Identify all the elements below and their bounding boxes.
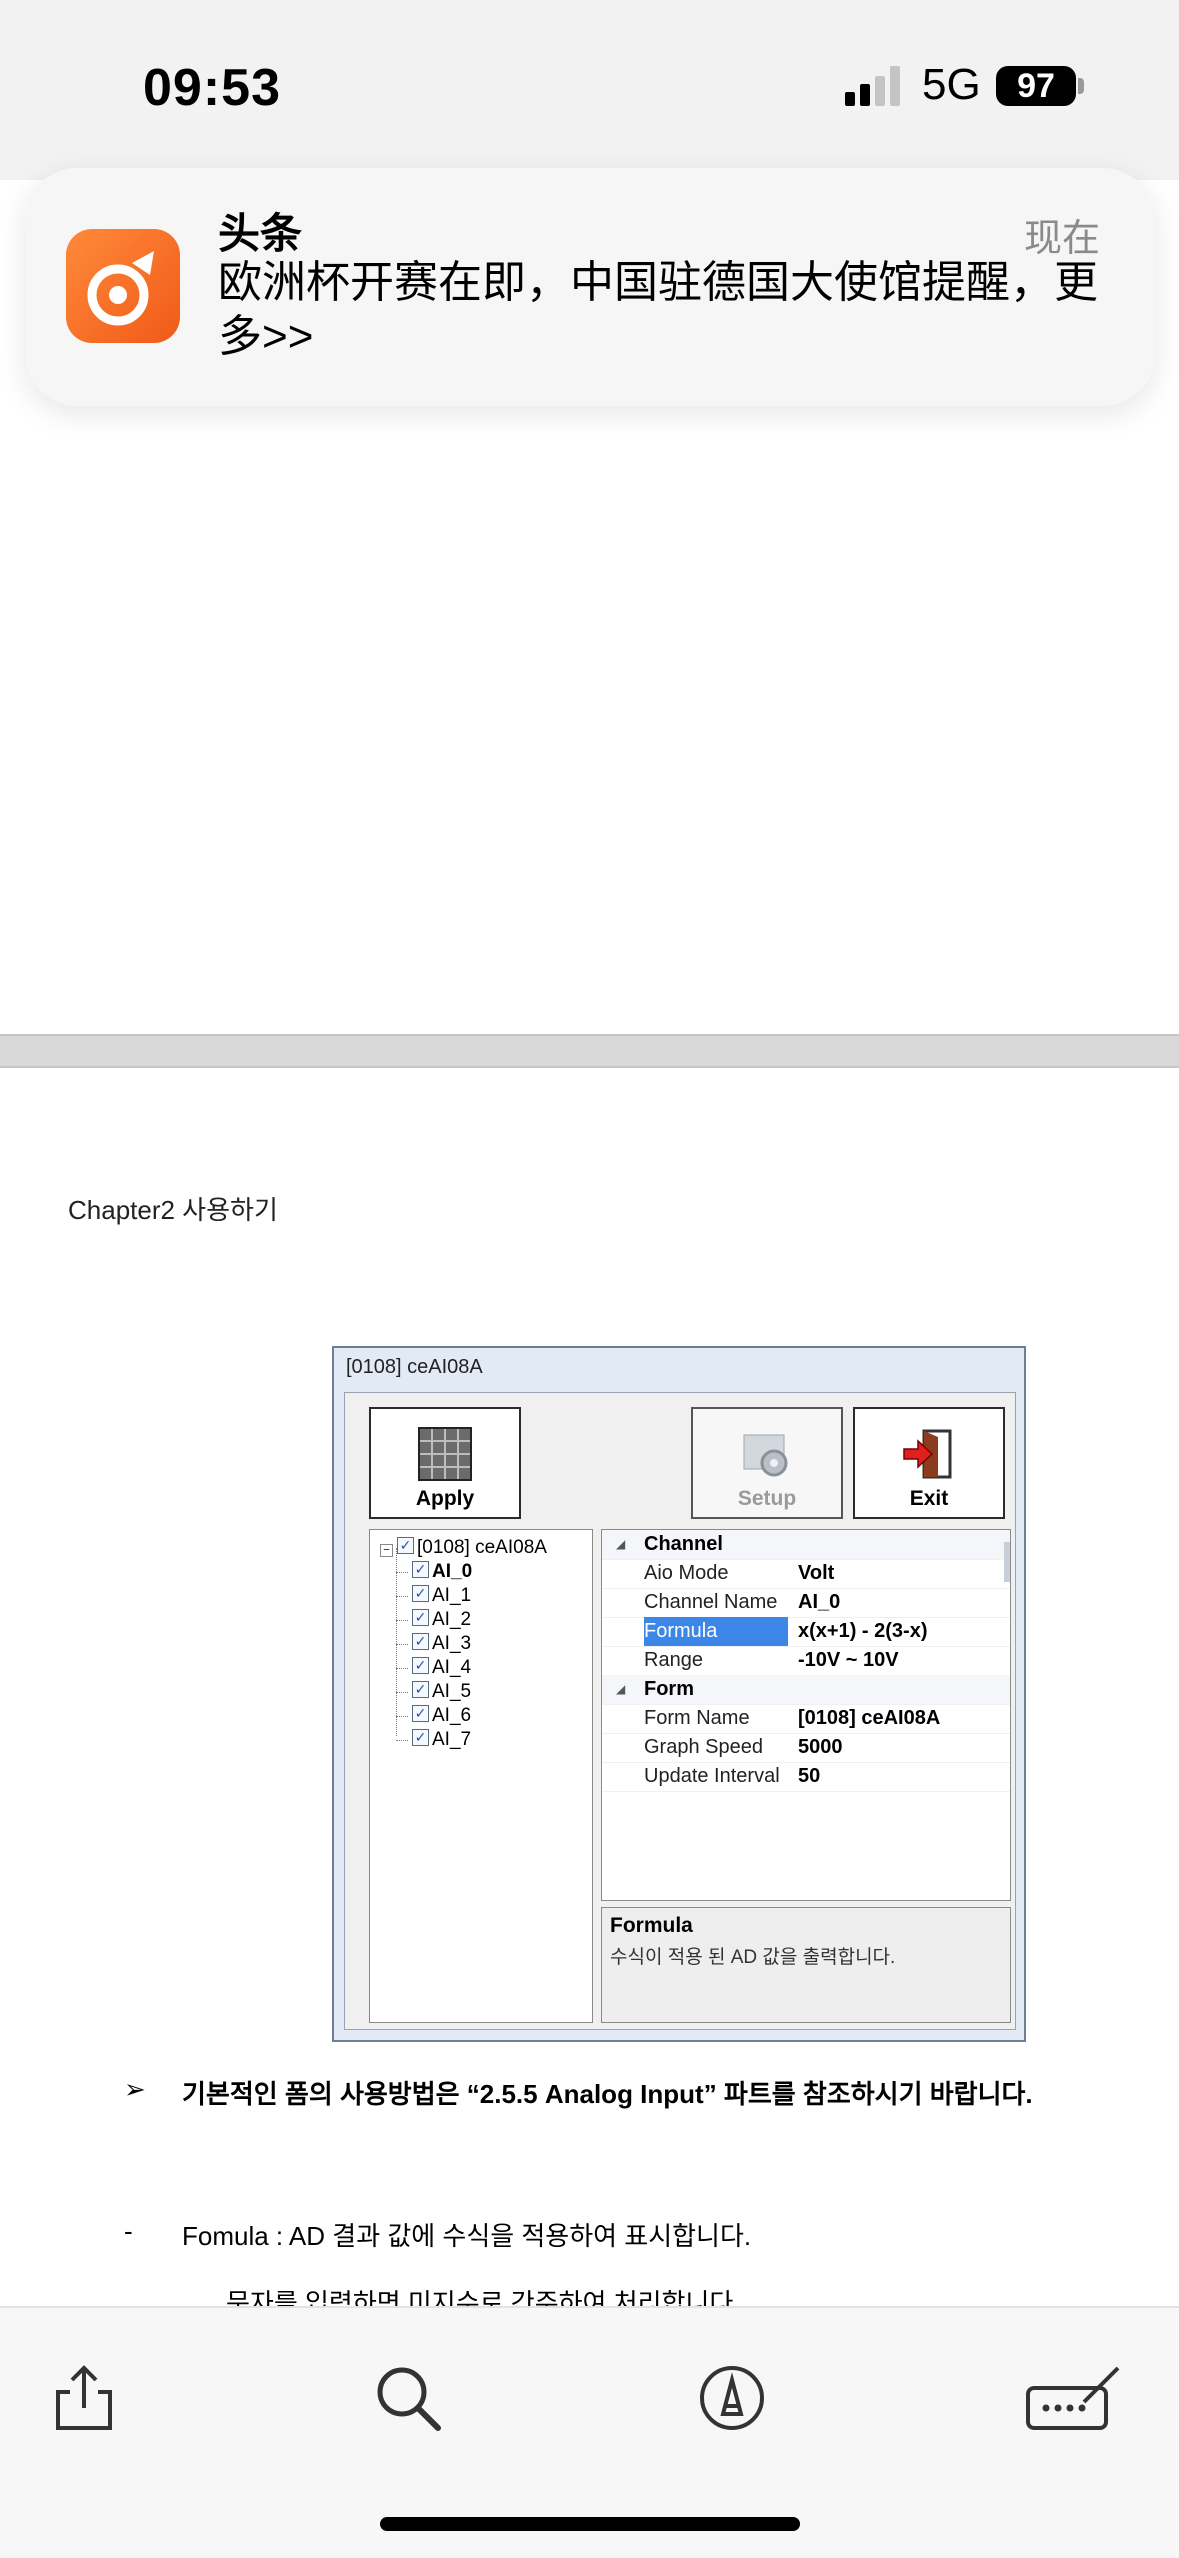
channel-tree: − ✓ [0108] ceAI08A ✓ AI_0 ✓ AI_1 ✓ AI_2 ✓ AI_3 ✓ AI…	[369, 1529, 593, 2023]
tree-item[interactable]: ✓ AI_6	[412, 1704, 471, 1728]
property-row[interactable]: Form Name [0108] ceAI08A	[602, 1704, 1010, 1734]
markup-pen-icon[interactable]	[696, 2362, 768, 2434]
property-row[interactable]: Graph Speed 5000	[602, 1733, 1010, 1763]
checkbox-checked-icon[interactable]: ✓	[412, 1681, 429, 1699]
property-row[interactable]: Update Interval 50	[602, 1762, 1010, 1792]
checkbox-checked-icon[interactable]: ✓	[412, 1705, 429, 1723]
apply-button[interactable]: Apply	[369, 1407, 521, 1519]
apply-label: Apply	[415, 1487, 475, 1510]
embedded-window-screenshot: [0108] ceAI08A Apply Setup Exit − ✓ [010…	[332, 1346, 1026, 2042]
setup-label: Setup	[737, 1487, 797, 1510]
property-value[interactable]: Volt	[798, 1559, 834, 1588]
property-row[interactable]: Range -10V ~ 10V	[602, 1646, 1010, 1676]
usage-note: 기본적인 폼의 사용방법은 “2.5.5 Analog Input” 파트를 참…	[182, 2079, 1033, 2109]
collapse-triangle-icon: ◢	[616, 1537, 626, 1551]
tree-item[interactable]: ✓ AI_3	[412, 1632, 471, 1656]
property-name: Update Interval	[644, 1765, 780, 1787]
clipped-text-line: 문자를 입력하면 미지수로 간주하여 처리합니다.	[182, 2283, 882, 2307]
battery-cap	[1078, 78, 1084, 94]
formula-description: Fomula : AD 결과 값에 수식을 적용하여 표시합니다.	[182, 2221, 752, 2251]
help-text: 수식이 적용 된 AD 값을 출력합니다.	[610, 1947, 896, 1968]
tree-item-label: AI_7	[432, 1729, 472, 1750]
tree-item[interactable]: ✓ AI_7	[412, 1728, 471, 1752]
category-form[interactable]: ◢ Form	[602, 1675, 1010, 1705]
share-icon[interactable]	[48, 2362, 120, 2434]
property-name: Graph Speed	[644, 1736, 763, 1758]
checkbox-checked-icon[interactable]: ✓	[412, 1609, 429, 1627]
property-row[interactable]: Aio Mode Volt	[602, 1559, 1010, 1589]
property-value[interactable]: x(x+1) - 2(3-x)	[798, 1617, 928, 1646]
page-separator	[0, 1034, 1179, 1068]
tree-item-label: AI_0	[432, 1561, 473, 1582]
keyboard-annotate-icon[interactable]	[1024, 2362, 1124, 2434]
tree-item-label: AI_4	[432, 1657, 472, 1678]
help-title: Formula	[610, 1914, 693, 1937]
property-value[interactable]: [0108] ceAI08A	[798, 1704, 940, 1733]
exit-door-icon	[903, 1429, 952, 1479]
window-client-area: Apply Setup Exit − ✓ [0108] ceAI08A ✓ AI…	[344, 1392, 1016, 2030]
tree-item-label: AI_6	[432, 1705, 472, 1726]
property-row[interactable]: Formula x(x+1) - 2(3-x)	[602, 1617, 1010, 1647]
chapter-header: Chapter2 사용하기	[68, 1195, 278, 1225]
category-channel[interactable]: ◢ Channel	[602, 1530, 1010, 1560]
toutiao-app-icon	[66, 229, 180, 343]
checkbox-checked-icon[interactable]: ✓	[412, 1585, 429, 1603]
property-value[interactable]: 50	[798, 1762, 820, 1791]
checkbox-checked-icon[interactable]: ✓	[412, 1729, 429, 1747]
property-name: Channel Name	[644, 1591, 778, 1613]
collapse-triangle-icon: ◢	[616, 1682, 626, 1696]
tree-item[interactable]: ✓ AI_1	[412, 1584, 471, 1608]
checkbox-checked-icon[interactable]: ✓	[412, 1657, 429, 1675]
tree-root-label: [0108] ceAI08A	[417, 1537, 547, 1558]
setup-button[interactable]: Setup	[691, 1407, 843, 1519]
property-value[interactable]: 5000	[798, 1733, 843, 1762]
tree-item[interactable]: ✓ AI_5	[412, 1680, 471, 1704]
window-title: [0108] ceAI08A	[346, 1356, 483, 1378]
tree-item[interactable]: ✓ AI_0	[412, 1560, 472, 1584]
property-name: Formula	[644, 1617, 788, 1646]
category-channel-label: Channel	[644, 1533, 723, 1555]
property-name: Form Name	[644, 1707, 750, 1729]
property-name: Range	[644, 1649, 703, 1671]
property-name: Aio Mode	[644, 1562, 729, 1584]
bullet-arrow-icon: ➢	[124, 2074, 146, 2104]
notification-app-name: 头条	[218, 210, 303, 257]
notification-time: 现在	[1024, 218, 1101, 260]
home-indicator[interactable]	[380, 2517, 800, 2531]
network-type: 5G	[922, 60, 981, 109]
tree-item-label: AI_2	[432, 1609, 472, 1630]
property-grid: ◢ Channel Aio Mode Volt Channel Name AI_0 Fo…	[601, 1529, 1011, 1901]
property-value[interactable]: -10V ~ 10V	[798, 1646, 899, 1675]
tree-item[interactable]: ✓ AI_4	[412, 1656, 471, 1680]
checkbox-checked-icon[interactable]: ✓	[412, 1633, 429, 1651]
cellular-signal-icon	[845, 66, 900, 106]
list-dash: -	[124, 2216, 133, 2246]
category-form-label: Form	[644, 1678, 694, 1700]
help-panel: Formula 수식이 적용 된 AD 값을 출력합니다.	[601, 1907, 1011, 2023]
status-time: 09:53	[143, 59, 281, 117]
tree-item-label: AI_5	[432, 1681, 472, 1702]
clipped-text: 문자를 입력하면 미지수로 간주하여 처리합니다.	[226, 2288, 741, 2307]
tree-item[interactable]: ✓ AI_2	[412, 1608, 471, 1632]
tree-root[interactable]: − ✓ [0108] ceAI08A	[380, 1536, 547, 1560]
property-value[interactable]: AI_0	[798, 1588, 840, 1617]
battery-icon: 97	[996, 66, 1076, 106]
grid-icon	[418, 1427, 472, 1481]
property-row[interactable]: Channel Name AI_0	[602, 1588, 1010, 1618]
notification-body: 欧洲杯开赛在即，中国驻德国大使馆提醒，更多>>	[218, 258, 1098, 361]
tree-item-label: AI_1	[432, 1585, 472, 1606]
checkbox-checked-icon[interactable]: ✓	[412, 1561, 429, 1579]
settings-gear-icon	[743, 1434, 788, 1477]
search-icon[interactable]	[372, 2362, 444, 2434]
exit-label: Exit	[909, 1487, 949, 1510]
exit-button[interactable]: Exit	[853, 1407, 1005, 1519]
grid-scrollbar[interactable]	[1004, 1542, 1010, 1582]
tree-item-label: AI_3	[432, 1633, 472, 1654]
